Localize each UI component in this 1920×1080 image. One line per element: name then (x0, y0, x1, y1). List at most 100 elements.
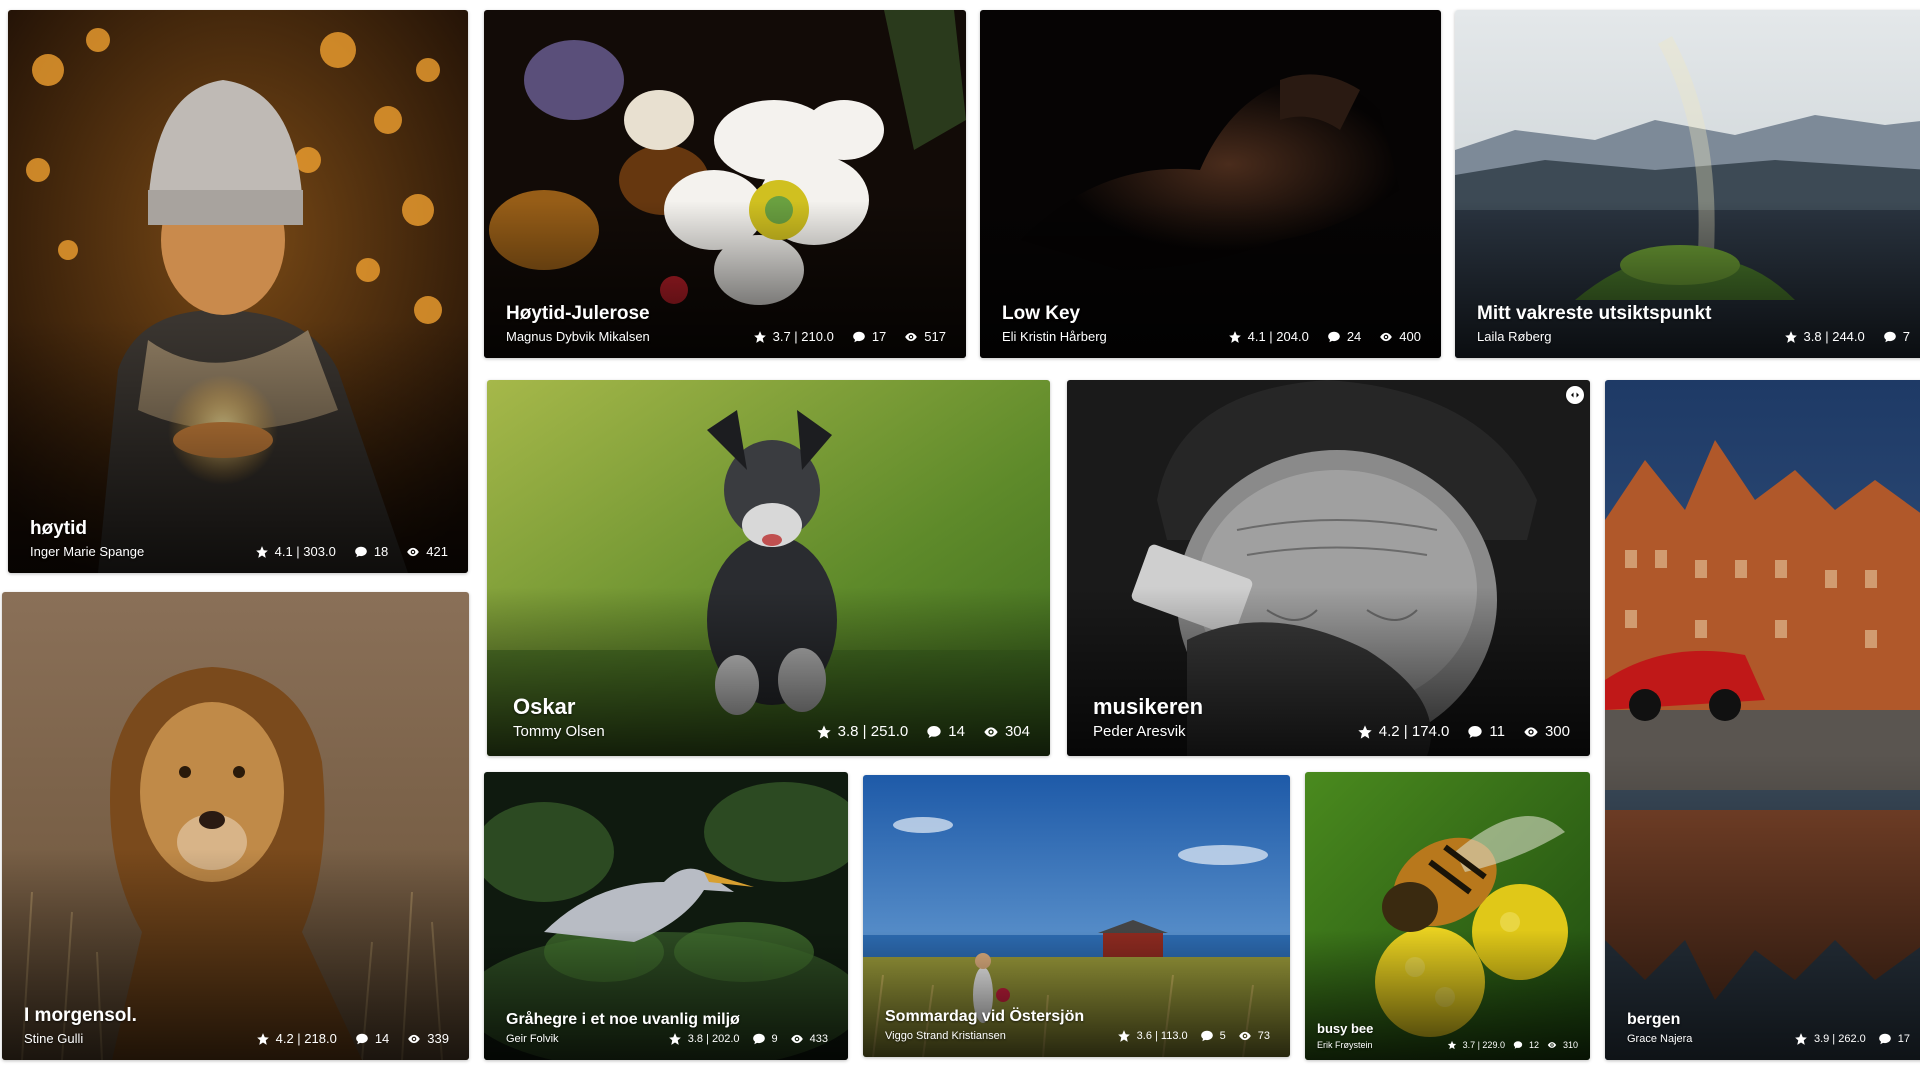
photo-author[interactable]: Eli Kristin Hårberg (1002, 329, 1107, 344)
comment-count: 17 (1897, 1033, 1910, 1045)
eye-icon (1238, 1029, 1252, 1043)
photo-author[interactable]: Geir Folvik (506, 1033, 559, 1045)
photo-title[interactable]: musikeren (1093, 694, 1570, 720)
photo-card[interactable]: Low Key Eli Kristin Hårberg 4.1 | 204.0 … (980, 10, 1441, 358)
photo-card[interactable]: I morgensol. Stine Gulli 4.2 | 218.0 14 … (2, 592, 469, 1060)
rating-score: 3.8 | 251.0 (837, 723, 909, 740)
photo-card[interactable]: bergen Grace Najera 3.9 | 262.0 17 (1605, 380, 1920, 1060)
rating-score: 3.6 | 113.0 (1136, 1030, 1188, 1042)
comment-count: 7 (1902, 329, 1910, 344)
star-icon (1228, 330, 1242, 344)
photo-title[interactable]: Oskar (513, 694, 1030, 720)
photo-caption: Oskar Tommy Olsen 3.8 | 251.0 14 304 (513, 694, 1030, 740)
rating-score: 3.7 | 229.0 (1462, 1040, 1505, 1050)
star-icon (1794, 1032, 1808, 1046)
photo-card[interactable]: høytid Inger Marie Spange 4.1 | 303.0 18… (8, 10, 468, 573)
rating-score: 3.9 | 262.0 (1813, 1033, 1866, 1045)
eye-icon (904, 330, 918, 344)
photo-card[interactable]: Mitt vakreste utsiktspunkt Laila Røberg … (1455, 10, 1920, 358)
photo-author[interactable]: Tommy Olsen (513, 723, 605, 740)
photo-card[interactable]: Gråhegre i et noe uvanlig miljø Geir Fol… (484, 772, 848, 1060)
photo-title[interactable]: Low Key (1002, 303, 1421, 326)
photo-title[interactable]: høytid (30, 518, 448, 541)
photo-card[interactable]: Oskar Tommy Olsen 3.8 | 251.0 14 304 (487, 380, 1050, 756)
comment-count: 11 (1489, 723, 1505, 740)
photo-author[interactable]: Viggo Strand Kristiansen (885, 1030, 1006, 1042)
comment-count: 18 (373, 544, 389, 559)
photo-caption: Gråhegre i et noe uvanlig miljø Geir Fol… (506, 1010, 828, 1046)
comment-count: 9 (771, 1033, 778, 1045)
view-count: 517 (924, 329, 946, 344)
photo-card[interactable]: busy bee Erik Frøystein 3.7 | 229.0 12 3… (1305, 772, 1590, 1060)
photo-title[interactable]: I morgensol. (24, 1005, 449, 1028)
eye-icon (406, 545, 420, 559)
star-icon (1357, 724, 1373, 740)
comment-icon (1200, 1029, 1214, 1043)
rating-score: 3.8 | 244.0 (1803, 329, 1865, 344)
expand-toggle-icon[interactable] (1566, 386, 1584, 404)
photo-caption: høytid Inger Marie Spange 4.1 | 303.0 18… (30, 518, 448, 559)
photo-title[interactable]: Sommardag vid Östersjön (885, 1007, 1270, 1026)
rating-score: 3.8 | 202.0 (687, 1033, 740, 1045)
eye-icon (983, 724, 999, 740)
eye-icon (1547, 1040, 1557, 1050)
photo-author[interactable]: Laila Røberg (1477, 329, 1551, 344)
comment-icon (1513, 1040, 1523, 1050)
photo-caption: busy bee Erik Frøystein 3.7 | 229.0 12 3… (1317, 1021, 1578, 1050)
photo-stats: 3.8 | 251.0 14 304 (816, 723, 1030, 740)
star-icon (255, 545, 269, 559)
photo-author[interactable]: Erik Frøystein (1317, 1040, 1373, 1050)
photo-title[interactable]: bergen (1627, 1010, 1910, 1029)
photo-author[interactable]: Stine Gulli (24, 1031, 83, 1046)
photo-caption: Mitt vakreste utsiktspunkt Laila Røberg … (1477, 303, 1910, 344)
photo-author[interactable]: Grace Najera (1627, 1033, 1692, 1045)
comment-count: 12 (1528, 1040, 1539, 1050)
star-icon (1117, 1029, 1131, 1043)
comment-icon (355, 1032, 369, 1046)
photo-stats: 3.8 | 244.0 7 (1784, 329, 1910, 344)
photo-stats: 4.2 | 218.0 14 339 (256, 1031, 449, 1046)
comment-icon (354, 545, 368, 559)
view-count: 400 (1399, 329, 1421, 344)
photo-stats: 4.1 | 204.0 24 400 (1228, 329, 1421, 344)
photo-stats: 3.6 | 113.0 5 73 (1117, 1029, 1270, 1043)
photo-stats: 3.7 | 229.0 12 310 (1447, 1040, 1578, 1050)
photo-author[interactable]: Inger Marie Spange (30, 544, 144, 559)
photo-title[interactable]: busy bee (1317, 1021, 1578, 1037)
photo-title[interactable]: Høytid-Julerose (506, 303, 946, 326)
photo-caption: musikeren Peder Aresvik 4.2 | 174.0 11 3… (1093, 694, 1570, 740)
view-count: 339 (427, 1031, 449, 1046)
view-count: 300 (1544, 723, 1570, 740)
photo-caption: Høytid-Julerose Magnus Dybvik Mikalsen 3… (506, 303, 946, 344)
photo-caption: Sommardag vid Östersjön Viggo Strand Kri… (885, 1007, 1270, 1043)
star-icon (816, 724, 832, 740)
photo-author[interactable]: Peder Aresvik (1093, 723, 1186, 740)
rating-score: 4.1 | 204.0 (1247, 329, 1309, 344)
photo-author[interactable]: Magnus Dybvik Mikalsen (506, 329, 650, 344)
photo-card[interactable]: musikeren Peder Aresvik 4.2 | 174.0 11 3… (1067, 380, 1590, 756)
photo-caption: bergen Grace Najera 3.9 | 262.0 17 (1627, 1010, 1910, 1046)
rating-score: 3.7 | 210.0 (772, 329, 834, 344)
photo-stats: 3.9 | 262.0 17 (1794, 1032, 1910, 1046)
photo-caption: Low Key Eli Kristin Hårberg 4.1 | 204.0 … (1002, 303, 1421, 344)
rating-score: 4.1 | 303.0 (274, 544, 336, 559)
rating-score: 4.2 | 174.0 (1378, 723, 1450, 740)
rating-score: 4.2 | 218.0 (275, 1031, 337, 1046)
comment-icon (926, 724, 942, 740)
photo-title[interactable]: Gråhegre i et noe uvanlig miljø (506, 1010, 828, 1029)
photo-card[interactable]: Høytid-Julerose Magnus Dybvik Mikalsen 3… (484, 10, 966, 358)
photo-card[interactable]: Sommardag vid Östersjön Viggo Strand Kri… (863, 775, 1290, 1057)
eye-icon (1523, 724, 1539, 740)
comment-count: 14 (374, 1031, 390, 1046)
comment-icon (1467, 724, 1483, 740)
photo-stats: 3.8 | 202.0 9 433 (668, 1032, 828, 1046)
star-icon (1784, 330, 1798, 344)
photo-stats: 3.7 | 210.0 17 517 (753, 329, 946, 344)
star-icon (1447, 1040, 1457, 1050)
comment-icon (1883, 330, 1897, 344)
photo-title[interactable]: Mitt vakreste utsiktspunkt (1477, 303, 1910, 326)
comment-icon (852, 330, 866, 344)
comment-count: 5 (1219, 1030, 1226, 1042)
eye-icon (407, 1032, 421, 1046)
photo-stats: 4.1 | 303.0 18 421 (255, 544, 448, 559)
